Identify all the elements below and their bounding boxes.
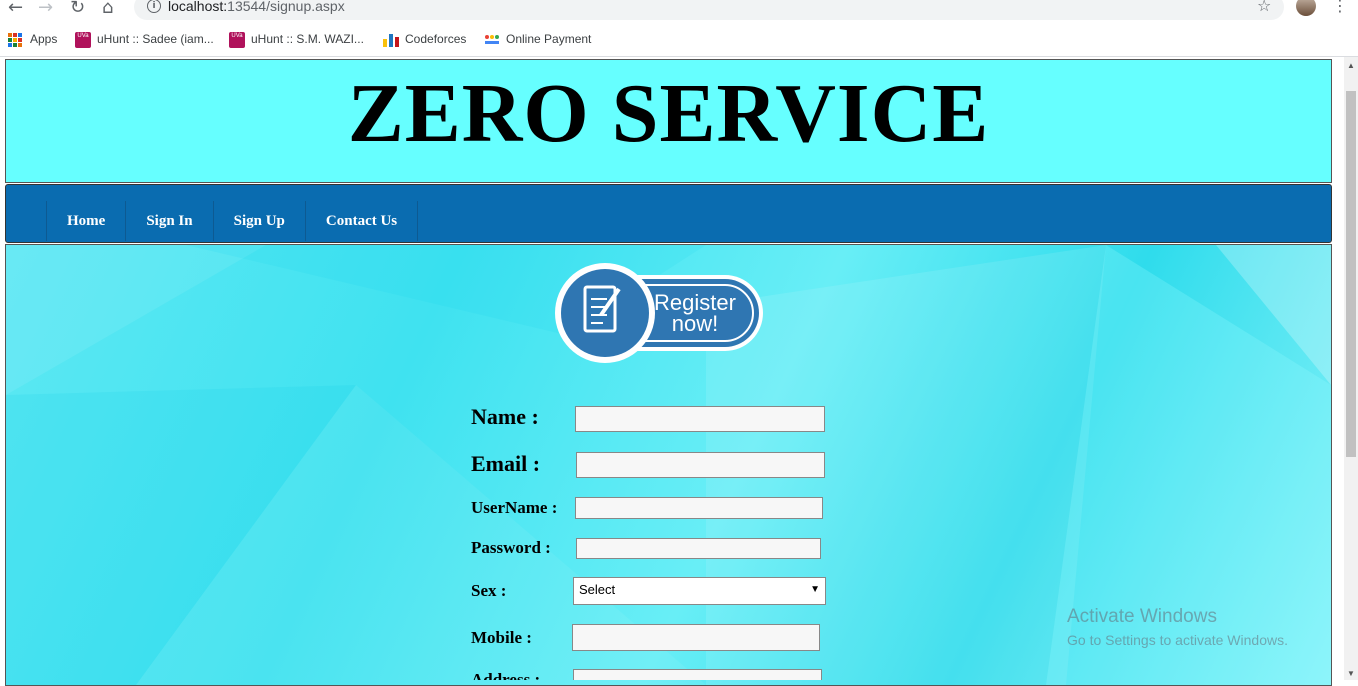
bookmark-label: Apps xyxy=(30,32,58,46)
bookmark-apps[interactable]: Apps xyxy=(8,32,57,47)
uva-icon: UVa xyxy=(75,32,91,48)
bookmark-star-icon[interactable]: ☆ xyxy=(1257,0,1271,15)
name-input[interactable] xyxy=(575,406,825,432)
nav-contact-us[interactable]: Contact Us xyxy=(304,201,419,241)
nav-sign-up[interactable]: Sign Up xyxy=(212,201,305,241)
page-scrollbar[interactable]: ▲ ▼ xyxy=(1344,57,1358,680)
bookmark-label: uHunt :: S.M. WAZI... xyxy=(251,32,364,47)
browser-toolbar: ← → ↻ ⌂ i localhost:13544/signup.aspx ☆ … xyxy=(0,0,1358,22)
nav-sign-in[interactable]: Sign In xyxy=(125,201,212,241)
url-text[interactable]: localhost:13544/signup.aspx xyxy=(168,0,345,14)
address-label-clip: Address : xyxy=(471,670,571,680)
bookmark-online-payment[interactable]: Online Payment xyxy=(484,32,591,46)
password-label: Password : xyxy=(471,538,551,557)
reload-icon[interactable]: ↻ xyxy=(70,0,85,18)
mobile-label: Mobile : xyxy=(471,628,532,647)
username-label: UserName : xyxy=(471,498,558,517)
bookmarks-bar: Apps UVa uHunt :: Sadee (iam... UVa uHunt … xyxy=(0,26,1358,57)
address-input[interactable] xyxy=(573,669,822,680)
bookmark-uhunt-wazi[interactable]: UVa uHunt :: S.M. WAZI... xyxy=(229,32,364,48)
nav-items: Home Sign In Sign Up Contact Us xyxy=(46,201,419,241)
sex-select[interactable]: Select ▼ xyxy=(573,577,826,605)
site-header: ZERO SERVICE xyxy=(5,59,1332,183)
forward-arrow-icon[interactable]: → xyxy=(38,0,53,18)
page-viewport: ZERO SERVICE Home Sign In Sign Up Contac… xyxy=(0,57,1344,686)
email-label: Email : xyxy=(471,451,541,476)
site-navbar: Home Sign In Sign Up Contact Us xyxy=(5,184,1332,243)
scroll-up-icon[interactable]: ▲ xyxy=(1347,61,1355,70)
password-input[interactable] xyxy=(576,538,821,559)
register-now-badge: Register now! xyxy=(555,263,763,363)
bookmark-codeforces[interactable]: Codeforces xyxy=(383,32,466,47)
activate-windows-title: Activate Windows xyxy=(1067,606,1217,627)
apps-grid-icon xyxy=(8,32,22,47)
scroll-down-icon[interactable]: ▼ xyxy=(1347,669,1355,678)
sex-select-value: Select xyxy=(579,582,616,597)
payment-icon xyxy=(484,34,500,46)
url-path: 13544/signup.aspx xyxy=(227,0,345,14)
mobile-input[interactable] xyxy=(572,624,820,651)
badge-line2: now! xyxy=(672,311,718,336)
uva-icon: UVa xyxy=(229,32,245,48)
menu-dots-icon[interactable]: ⋮ xyxy=(1332,0,1348,15)
bookmark-label: uHunt :: Sadee (iam... xyxy=(97,32,214,47)
nav-home[interactable]: Home xyxy=(46,201,125,241)
dropdown-arrow-icon: ▼ xyxy=(810,584,820,595)
codeforces-icon xyxy=(383,33,399,47)
email-input[interactable] xyxy=(576,452,825,478)
bookmark-label: Online Payment xyxy=(506,32,592,46)
activate-windows-subtitle: Go to Settings to activate Windows. xyxy=(1067,632,1288,648)
bookmark-uhunt-sadee[interactable]: UVa uHunt :: Sadee (iam... xyxy=(75,32,214,48)
url-host: localhost: xyxy=(168,0,228,14)
site-title: ZERO SERVICE xyxy=(347,67,990,160)
username-input[interactable] xyxy=(575,497,823,519)
back-arrow-icon[interactable]: ← xyxy=(8,0,23,18)
sex-label: Sex : xyxy=(471,581,507,600)
bookmark-label: Codeforces xyxy=(405,32,467,46)
scroll-thumb[interactable] xyxy=(1346,91,1356,457)
profile-avatar[interactable] xyxy=(1296,0,1316,16)
address-label: Address : xyxy=(471,670,541,680)
name-label: Name : xyxy=(471,404,539,429)
home-icon[interactable]: ⌂ xyxy=(102,0,113,18)
